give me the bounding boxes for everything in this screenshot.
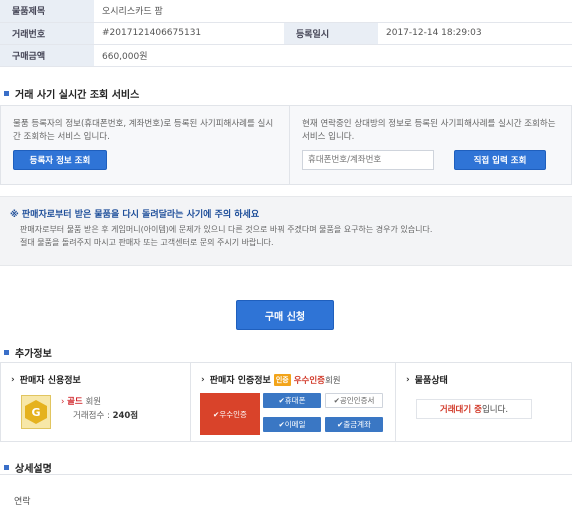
seller-grade: › 골드 회원 [61,395,101,407]
register-date-value: 2017-12-14 18:29:03 [378,22,572,45]
seller-grade-suffix: 회원 [85,397,102,407]
chevron-right-icon: › [406,374,410,385]
item-status-value: 거래대기 중 [439,405,482,415]
item-title-label: 물품제목 [0,0,94,23]
fraud-check-title: 거래 사기 실시간 조회 서비스 [4,86,139,101]
extra-info-title-text: 추가정보 [15,349,52,360]
seller-score-value: 240점 [112,411,139,421]
bullet-icon: › [61,397,65,407]
fraud-warning-line: 판매자로부터 물품 받은 후 게임머니(아이템)에 문제가 있으니 다른 것으로… [20,225,433,234]
register-date-label: 등록일시 [284,22,378,45]
seller-cert-section: › 판매자 인증정보 인증 우수인증 회원 ✔우수인증 ✔휴대폰 ✔공인인증서 ✔… [191,363,396,441]
item-status-suffix: 입니다. [481,405,509,415]
fraud-check-direct: 현재 연락중인 상대방의 정보로 등록된 사기피해사례를 실시간 조회하는 서비… [290,106,572,184]
direct-lookup-button[interactable]: 직접 입력 조회 [454,150,546,170]
email-cert-badge: ✔이메일 [263,417,321,432]
seller-credit-title: › 판매자 신용정보 [11,373,180,387]
price-value: 660,000원 [94,44,572,67]
seller-credit-section: › 판매자 신용정보 G › 골드 회원 거래점수 : 240점 [1,363,191,441]
public-cert-badge: ✔공인인증서 [325,393,383,408]
item-status-title-text: 물품상태 [414,376,448,386]
item-title-value: 오시리스카드 팜 [94,0,572,23]
seller-cert-title: › 판매자 인증정보 인증 우수인증 회원 [201,373,385,386]
seller-grade-name: 골드 [67,397,83,407]
cert-level: 우수인증 [293,375,325,386]
detail-description: 연락 [14,497,31,507]
fraud-warning-line: 절대 물품을 돌려주지 마시고 판매자 또는 고객센터로 문의 주시기 바랍니다… [20,238,274,247]
purchase-request-button[interactable]: 구매 신청 [236,300,334,330]
cert-badge-icon: 인증 [273,373,291,386]
excellent-cert-badge: ✔우수인증 [200,393,260,435]
gold-grade-letter: G [25,400,47,424]
table-row: 구매금액 660,000원 [0,44,572,67]
fraud-warning-box: ※ 판매자로부터 받은 물품을 다시 돌려달라는 사기에 주의 하세요 판매자로… [0,196,572,266]
bullet-icon [4,91,9,96]
fraud-check-direct-desc: 현재 연락중인 상대방의 정보로 등록된 사기피해사례를 실시간 조회하는 서비… [302,119,556,142]
seller-credit-title-text: 판매자 신용정보 [19,376,81,386]
bullet-icon [4,350,9,355]
divider [0,474,572,475]
detail-title: 상세설명 [4,460,52,475]
gold-grade-icon: G [21,395,51,429]
table-row: 거래번호 #2017121406675131 등록일시 2017-12-14 1… [0,22,572,45]
chevron-right-icon: › [201,374,205,385]
fraud-warning-title: ※ 판매자로부터 받은 물품을 다시 돌려달라는 사기에 주의 하세요 [10,210,260,220]
seller-score: 거래점수 : 240점 [73,409,138,421]
fraud-check-seller-desc: 물품 등록자의 정보(휴대폰번호, 계좌번호)로 등록된 사기피해사례를 실시간… [13,119,274,142]
fraud-check-seller: 물품 등록자의 정보(휴대폰번호, 계좌번호)로 등록된 사기피해사례를 실시간… [1,106,290,184]
seller-score-label: 거래점수 : [73,411,110,421]
phone-cert-badge: ✔휴대폰 [263,393,321,408]
item-info-table: 물품제목 오시리스카드 팜 거래번호 #2017121406675131 등록일… [0,0,572,67]
chevron-right-icon: › [11,374,15,385]
trade-number-value: #2017121406675131 [94,22,284,45]
bullet-icon [4,465,9,470]
cert-level-suffix: 회원 [324,375,341,386]
extra-info-title: 추가정보 [4,345,52,360]
phone-account-input[interactable] [302,150,434,170]
item-status-badge: 거래대기 중 입니다. [416,399,532,419]
seller-cert-title-text: 판매자 인증정보 [209,376,271,386]
fraud-check-title-text: 거래 사기 실시간 조회 서비스 [15,90,140,101]
extra-info-panel: › 판매자 신용정보 G › 골드 회원 거래점수 : 240점 › 판매자 인… [0,362,572,442]
item-status-title: › 물품상태 [406,373,562,387]
fraud-check-panel: 물품 등록자의 정보(휴대폰번호, 계좌번호)로 등록된 사기피해사례를 실시간… [0,105,572,185]
account-cert-badge: ✔출금계좌 [325,417,383,432]
detail-title-text: 상세설명 [15,464,52,475]
trade-number-label: 거래번호 [0,22,94,45]
item-status-section: › 물품상태 거래대기 중 입니다. [396,363,572,441]
seller-info-lookup-button[interactable]: 등록자 정보 조회 [13,150,107,170]
price-label: 구매금액 [0,44,94,67]
table-row: 물품제목 오시리스카드 팜 [0,0,572,23]
